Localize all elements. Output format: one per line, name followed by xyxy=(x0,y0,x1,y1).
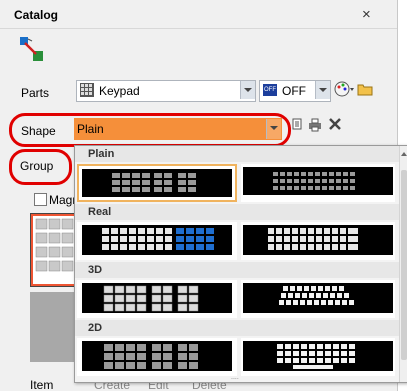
chevron-down-icon xyxy=(244,88,252,92)
chevron-down-icon xyxy=(270,126,278,130)
keypad-icon xyxy=(80,83,94,97)
shape-value: Plain xyxy=(77,122,104,136)
shape-option-plain-1[interactable] xyxy=(77,164,237,202)
shape-option-real-1[interactable] xyxy=(77,222,237,260)
shape-option-2d-2[interactable] xyxy=(241,338,395,376)
close-icon[interactable]: × xyxy=(362,6,371,23)
shape-option-real-2[interactable] xyxy=(241,222,395,260)
parts-tool-icon[interactable] xyxy=(18,35,46,63)
shape-option-3d-2[interactable] xyxy=(241,280,395,318)
category-plain: Plain xyxy=(75,146,407,162)
folder-icon[interactable] xyxy=(357,82,373,96)
shape-option-3d-1[interactable] xyxy=(77,280,237,318)
state-value: OFF xyxy=(282,84,306,98)
chevron-down-icon xyxy=(319,88,327,92)
parts-value: Keypad xyxy=(99,84,140,98)
category-2d: 2D xyxy=(75,320,407,336)
state-select[interactable]: OFF OFF xyxy=(259,80,331,102)
shape-option-2d-1[interactable] xyxy=(77,338,237,376)
parts-select[interactable]: Keypad xyxy=(76,80,256,102)
popup-scrollbar[interactable] xyxy=(399,146,407,382)
magnify-checkbox[interactable] xyxy=(34,193,47,206)
scroll-thumb[interactable] xyxy=(401,170,407,360)
keypad-preview[interactable] xyxy=(30,213,80,287)
parts-dropdown-button[interactable] xyxy=(240,81,255,99)
preview-placeholder xyxy=(30,292,76,362)
category-real: Real xyxy=(75,204,407,220)
parts-label: Parts xyxy=(21,86,50,100)
shape-option-plain-2[interactable] xyxy=(241,164,395,202)
window-title: Catalog xyxy=(14,8,59,22)
shape-dropdown-button[interactable] xyxy=(266,119,281,139)
scroll-up-icon[interactable] xyxy=(401,146,407,156)
resize-grip[interactable]: .... xyxy=(231,374,239,381)
category-3d: 3D xyxy=(75,262,407,278)
item-label: Item xyxy=(30,378,54,392)
shape-select[interactable]: Plain xyxy=(74,118,282,140)
shape-label: Shape xyxy=(21,124,56,138)
print-icon[interactable] xyxy=(308,118,322,132)
palette-icon[interactable] xyxy=(333,80,355,100)
state-dropdown-button[interactable] xyxy=(315,81,330,99)
shape-dropdown-list[interactable]: Plain Real 3D 2D .... xyxy=(74,145,407,383)
group-label: Group xyxy=(20,159,54,173)
delete-icon[interactable] xyxy=(328,117,342,131)
state-badge-icon: OFF xyxy=(263,84,277,96)
title-bar: Catalog × xyxy=(0,0,397,29)
copy-icon[interactable] xyxy=(290,118,304,132)
